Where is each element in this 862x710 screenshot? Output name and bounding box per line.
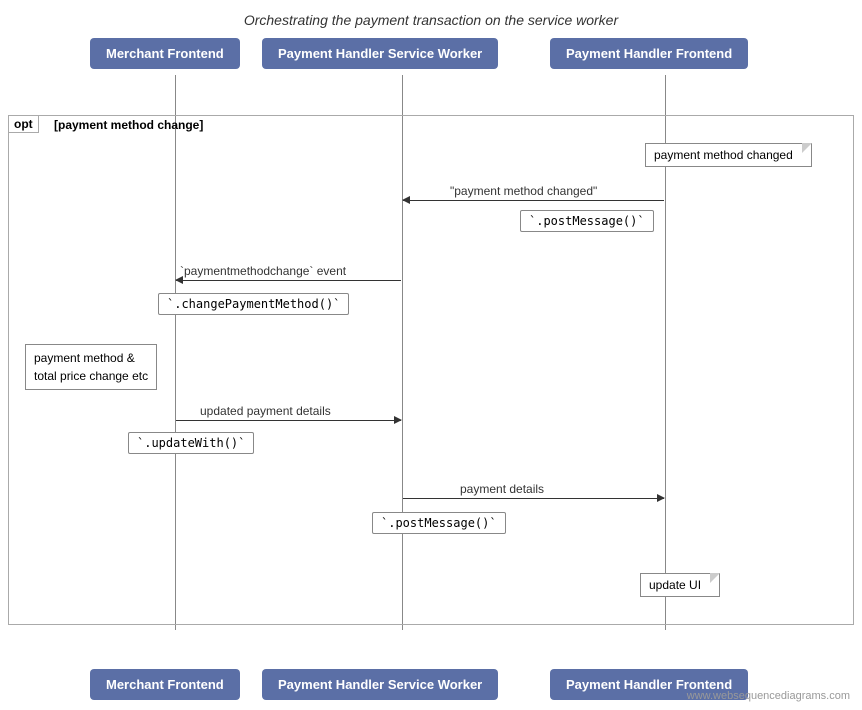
arrow-payment-method-changed (403, 200, 664, 201)
method-updatewith: `.updateWith()` (128, 432, 254, 454)
method-postmessage-1: `.postMessage()` (520, 210, 654, 232)
watermark: www.websequencediagrams.com (687, 690, 850, 702)
diagram: Orchestrating the payment transaction on… (0, 0, 862, 710)
actor-merchant-bottom: Merchant Frontend (90, 669, 240, 700)
arrow-updated-payment-details (176, 420, 401, 421)
method-changepaymentmethod: `.changePaymentMethod()` (158, 293, 349, 315)
opt-label: opt (8, 115, 39, 133)
actor-serviceworker-bottom: Payment Handler Service Worker (262, 669, 498, 700)
note-payment-method-total: payment method &total price change etc (25, 344, 157, 390)
opt-condition: [payment method change] (54, 118, 203, 132)
note-payment-method-changed: payment method changed (645, 143, 812, 167)
label-payment-details: payment details (460, 482, 544, 496)
method-postmessage-2: `.postMessage()` (372, 512, 506, 534)
label-payment-method-changed: "payment method changed" (450, 184, 597, 198)
note-update-ui: update UI (640, 573, 720, 597)
arrow-payment-details (403, 498, 664, 499)
label-paymentmethodchange: `paymentmethodchange` event (180, 264, 346, 278)
actor-serviceworker-top: Payment Handler Service Worker (262, 38, 498, 69)
label-updated-payment-details: updated payment details (200, 404, 331, 418)
actor-frontend-top: Payment Handler Frontend (550, 38, 748, 69)
arrow-paymentmethodchange (176, 280, 401, 281)
actor-merchant-top: Merchant Frontend (90, 38, 240, 69)
diagram-title: Orchestrating the payment transaction on… (0, 0, 862, 28)
